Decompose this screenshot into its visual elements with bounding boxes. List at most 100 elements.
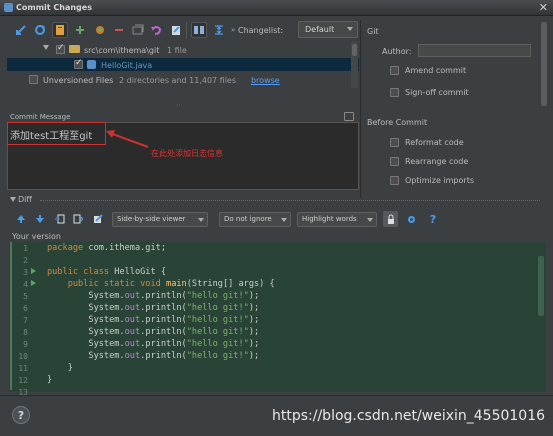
options-scrollbar[interactable]	[540, 22, 548, 194]
folder-checkbox[interactable]	[56, 43, 65, 54]
signoff-checkbox[interactable]	[390, 88, 399, 97]
line-number: 8	[23, 328, 28, 337]
before-commit-title: Before Commit	[367, 118, 428, 127]
close-icon[interactable]: ✕	[539, 1, 548, 14]
signoff-option[interactable]: Sign-off commit	[390, 88, 469, 97]
add-icon[interactable]	[72, 22, 88, 38]
changelist-arrow-icon: »	[231, 26, 236, 34]
rearrange-label: Rearrange code	[405, 157, 469, 166]
author-label: Author:	[382, 47, 412, 56]
refresh-icon[interactable]	[32, 22, 48, 38]
rearrange-checkbox[interactable]	[390, 157, 399, 166]
line-number: 6	[23, 304, 28, 313]
viewer-mode-select[interactable]: Side-by-side viewer	[112, 212, 208, 227]
line-number: 4	[23, 280, 28, 289]
line-number: 7	[23, 316, 28, 325]
line-number: 3	[23, 268, 28, 277]
chevron-down-icon	[367, 218, 373, 222]
watermark-text: https://blog.csdn.net/weixin_45501016	[272, 408, 546, 424]
changelist-label: Changelist:	[238, 26, 284, 35]
amend-checkbox[interactable]	[390, 66, 399, 75]
ignore-mode-select[interactable]: Do not ignore	[219, 212, 291, 227]
diff-divider	[40, 200, 540, 201]
gear-icon[interactable]	[404, 212, 418, 226]
scrollbar-thumb[interactable]	[538, 256, 544, 316]
browse-link[interactable]: browse	[251, 76, 280, 85]
line-number: 11	[18, 364, 28, 373]
app-icon	[4, 3, 13, 12]
code-line: System.out.println("hello git!");	[47, 327, 260, 337]
tree-row-folder[interactable]: src\com\ithema\git 1 file	[7, 43, 359, 57]
help-button[interactable]: ?	[12, 406, 30, 424]
line-number: 2	[23, 256, 28, 265]
move-to-changelist-icon[interactable]	[130, 22, 146, 38]
scrollbar-thumb[interactable]	[541, 22, 547, 106]
diff-header[interactable]: Diff	[0, 194, 553, 206]
expand-arrow-icon[interactable]	[43, 45, 49, 50]
tree-row-file[interactable]: HelloGit.java	[7, 58, 359, 71]
amend-label: Amend commit	[405, 66, 467, 75]
code-line: package com.ithema.git;	[47, 243, 167, 253]
changes-tree: src\com\ithema\git 1 file HelloGit.java …	[7, 42, 359, 90]
annotation-highlight-box	[7, 122, 106, 145]
previous-diff-icon[interactable]	[14, 212, 28, 226]
unversioned-checkbox[interactable]	[29, 75, 38, 84]
commit-message-label: Commit Message	[10, 113, 71, 121]
code-line: System.out.println("hello git!");	[47, 315, 260, 325]
commit-history-icon[interactable]	[344, 112, 354, 121]
group-by-directory-icon[interactable]	[52, 22, 68, 38]
tree-row-unversioned[interactable]: Unversioned Files 2 directories and 11,4…	[7, 73, 359, 86]
rearrange-option[interactable]: Rearrange code	[390, 157, 468, 166]
file-checkbox[interactable]	[74, 58, 83, 69]
code-line: System.out.println("hello git!");	[47, 351, 260, 361]
chevron-down-icon	[281, 218, 287, 222]
code-line: }	[47, 363, 73, 373]
author-input[interactable]	[418, 44, 531, 57]
amend-option[interactable]: Amend commit	[390, 66, 466, 75]
scrollbar-thumb[interactable]	[352, 44, 357, 56]
viewer-mode-value: Side-by-side viewer	[117, 215, 186, 223]
next-file-icon[interactable]	[71, 212, 85, 226]
java-file-icon	[87, 60, 96, 69]
run-class-icon[interactable]	[31, 268, 36, 274]
folder-icon	[69, 45, 80, 53]
toolbar-separator	[186, 22, 187, 39]
folder-count: 1 file	[167, 46, 187, 55]
remove-icon[interactable]	[111, 22, 127, 38]
edit-source-icon[interactable]	[168, 22, 184, 38]
ignore-mode-value: Do not ignore	[224, 215, 272, 223]
reformat-checkbox[interactable]	[390, 138, 399, 147]
chevron-down-icon	[198, 218, 204, 222]
line-number: 1	[23, 244, 28, 253]
highlight-mode-select[interactable]: Highlight words	[297, 212, 377, 227]
code-line: System.out.println("hello git!");	[47, 339, 260, 349]
window-title: Commit Changes	[16, 3, 92, 12]
optimize-label: Optimize imports	[405, 176, 474, 185]
undo-icon[interactable]	[148, 22, 164, 38]
splitter-handle[interactable]: ⋯	[176, 101, 183, 109]
signoff-label: Sign-off commit	[405, 88, 469, 97]
previous-file-icon[interactable]	[53, 212, 67, 226]
code-line: }	[47, 375, 53, 385]
file-name: HelloGit.java	[101, 61, 153, 70]
collapse-arrow-icon[interactable]	[10, 197, 16, 202]
reformat-option[interactable]: Reformat code	[390, 138, 464, 147]
rollback-icon[interactable]	[13, 22, 29, 38]
edit-icon[interactable]	[91, 212, 105, 226]
lock-icon[interactable]	[383, 211, 398, 227]
code-line: System.out.println("hello git!");	[47, 303, 260, 313]
optimize-option[interactable]: Optimize imports	[390, 176, 474, 185]
expand-all-icon[interactable]	[211, 22, 227, 38]
new-changelist-icon[interactable]	[92, 22, 108, 38]
code-line: public static void main(String[] args) {	[67, 279, 275, 289]
line-number: 10	[18, 352, 28, 361]
run-main-icon[interactable]	[31, 280, 36, 286]
changelist-select[interactable]: Default	[298, 21, 358, 38]
code-scrollbar[interactable]	[537, 256, 545, 392]
tree-scrollbar[interactable]	[351, 42, 358, 88]
optimize-checkbox[interactable]	[390, 176, 399, 185]
show-diff-icon[interactable]	[191, 22, 207, 38]
unversioned-count: 2 directories and 11,407 files	[119, 76, 237, 85]
next-diff-icon[interactable]	[33, 212, 47, 226]
help-icon[interactable]: ?	[426, 212, 440, 226]
